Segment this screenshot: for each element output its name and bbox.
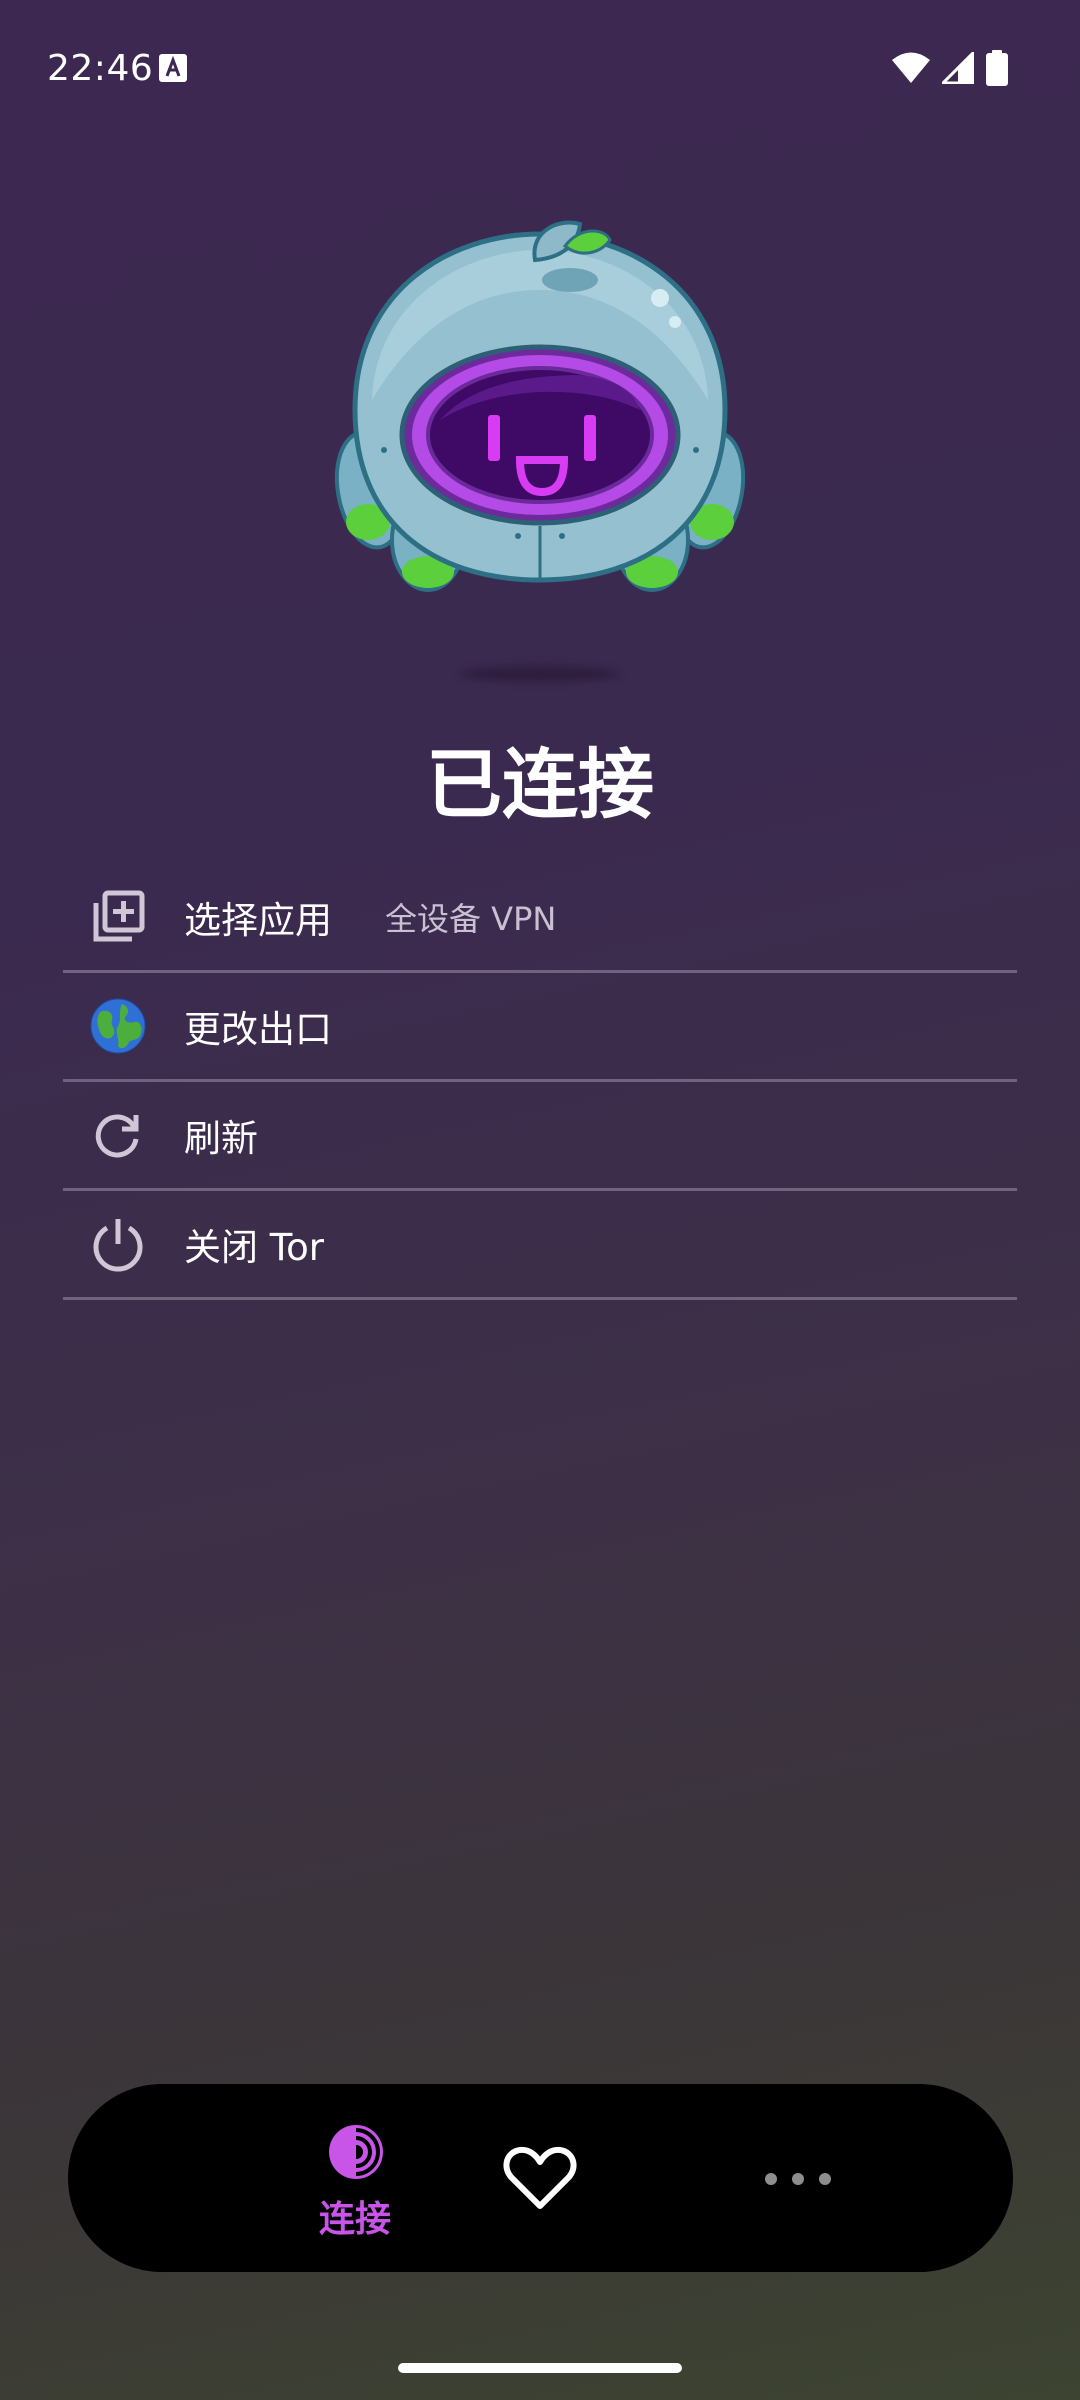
mascot-shadow	[460, 666, 620, 682]
action-menu: 选择应用 全设备 VPN 更改出口 刷新 关闭 Tor	[63, 864, 1017, 1300]
status-bar: 22:46	[0, 0, 1080, 136]
text-a-icon	[159, 54, 187, 82]
connection-status: 已连接	[426, 740, 654, 829]
menu-label-refresh: 刷新	[184, 1117, 258, 1160]
menu-item-change-exit[interactable]: 更改出口	[63, 973, 1017, 1082]
onion-robot-mascot	[334, 220, 746, 592]
bottom-navigation: 连接	[68, 2084, 1013, 2272]
menu-item-refresh[interactable]: 刷新	[63, 1082, 1017, 1191]
menu-label-change-exit: 更改出口	[184, 1008, 332, 1051]
tor-connect-icon	[329, 2125, 383, 2179]
menu-label-select-apps: 选择应用	[184, 899, 332, 942]
status-icons	[892, 50, 1008, 86]
app-select-icon	[89, 888, 147, 946]
globe-icon	[89, 997, 147, 1055]
signal-icon	[942, 52, 974, 84]
menu-item-select-apps[interactable]: 选择应用 全设备 VPN	[63, 864, 1017, 973]
more-dots-icon[interactable]	[753, 2154, 843, 2204]
power-icon	[89, 1215, 147, 1273]
home-indicator[interactable]	[398, 2363, 682, 2373]
refresh-icon	[89, 1106, 147, 1164]
nav-tab-connect[interactable]: 连接	[228, 2084, 482, 2272]
wifi-icon	[892, 52, 930, 83]
nav-tab-connect-label: 连接	[318, 2199, 391, 2240]
battery-icon	[986, 50, 1008, 86]
menu-label-stop-tor: 关闭 Tor	[184, 1226, 324, 1269]
status-time: 22:46	[47, 48, 154, 89]
heart-icon[interactable]	[500, 2144, 580, 2214]
menu-item-stop-tor[interactable]: 关闭 Tor	[63, 1191, 1017, 1300]
vpn-mode-value: 全设备 VPN	[385, 900, 557, 938]
